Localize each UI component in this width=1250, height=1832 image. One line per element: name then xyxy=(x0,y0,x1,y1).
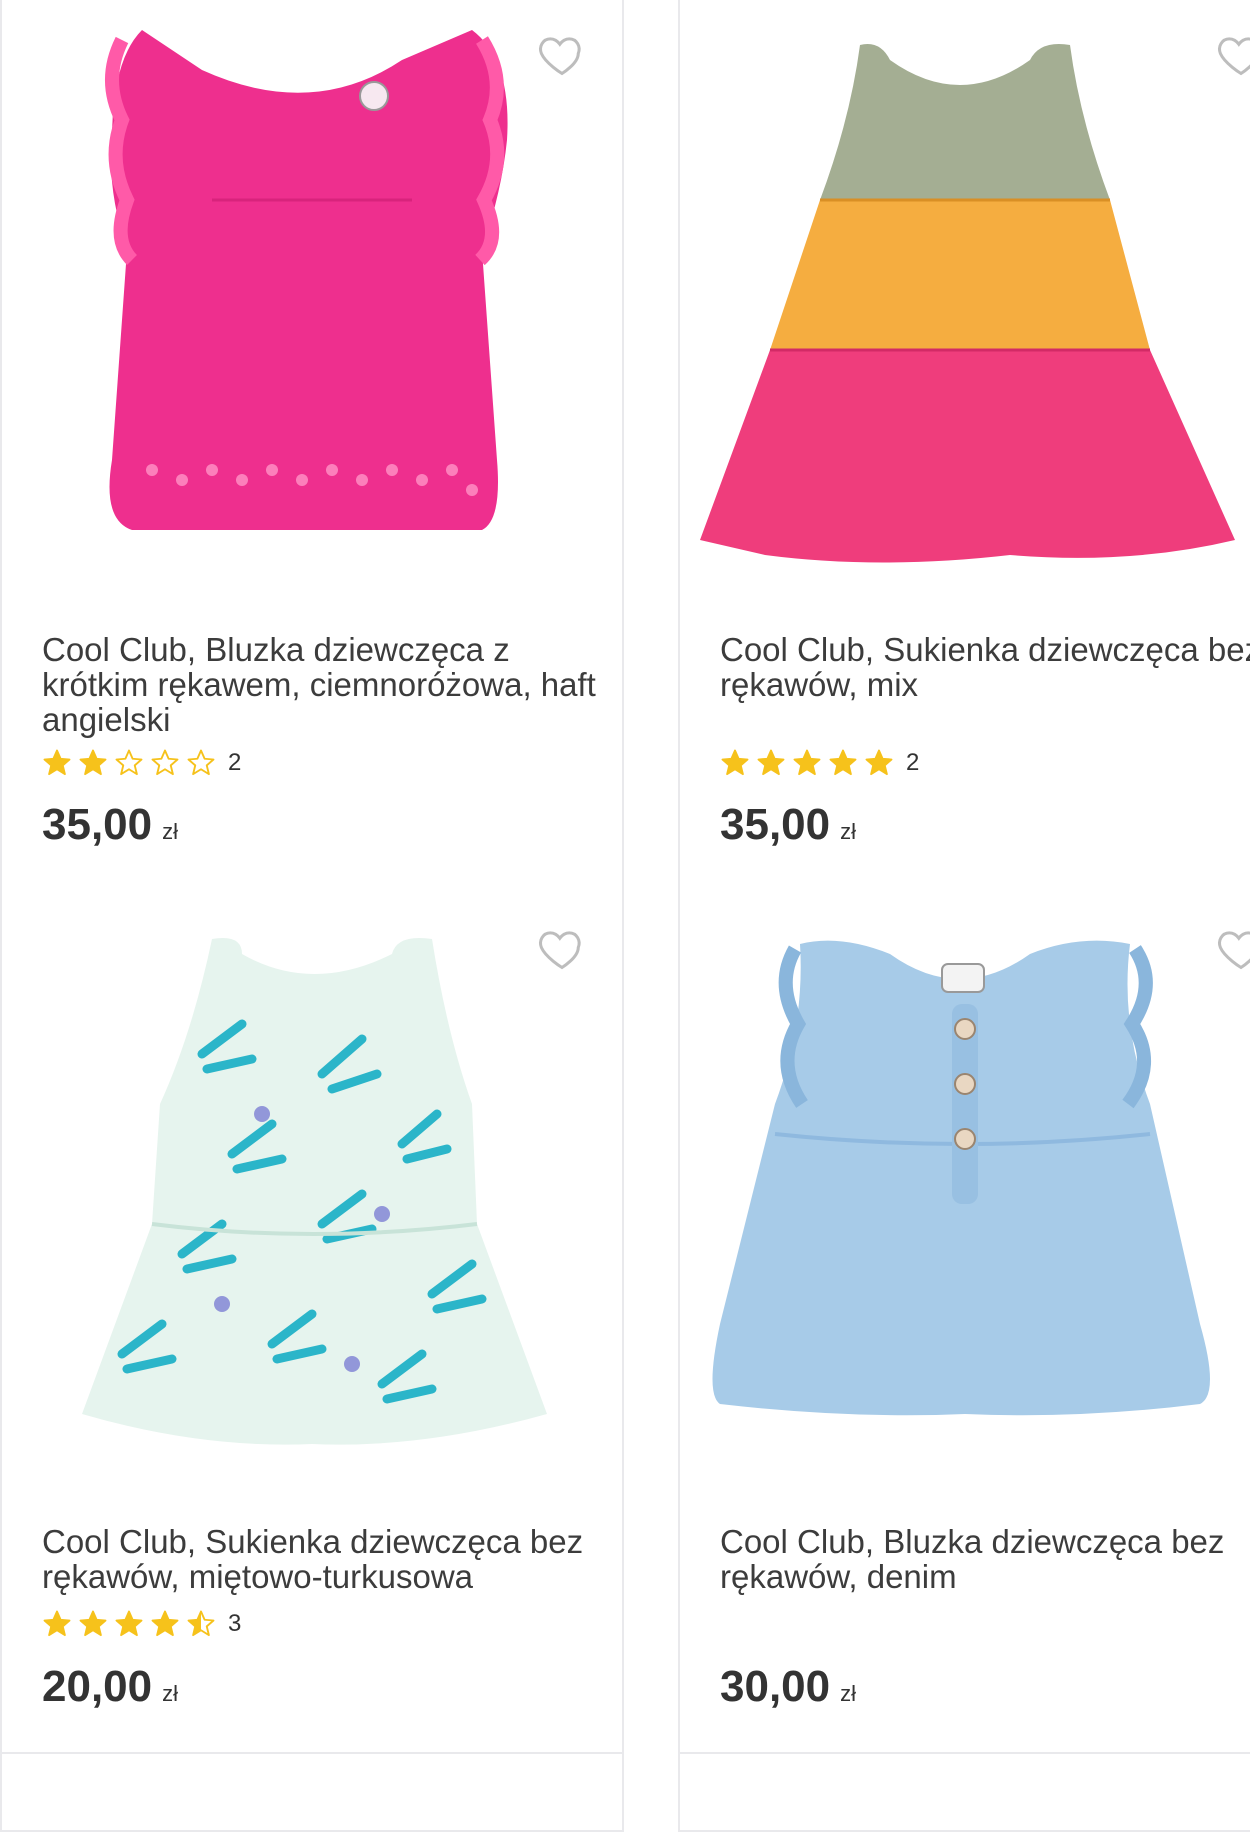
product-title[interactable]: Cool Club, Bluzka dziewczęca bez rękawów… xyxy=(720,1524,1250,1594)
star-icon xyxy=(721,749,749,776)
product-title[interactable]: Cool Club, Sukienka dziewczęca bez rękaw… xyxy=(720,632,1250,702)
price-value: 35,00 xyxy=(42,800,153,849)
product-price: 20,00 zł xyxy=(42,1662,178,1712)
star-icon xyxy=(115,1610,143,1637)
wishlist-heart-icon[interactable] xyxy=(536,28,588,80)
price-currency: zł xyxy=(840,819,856,844)
review-count: 3 xyxy=(228,1610,242,1637)
price-value: 20,00 xyxy=(42,1662,153,1711)
product-price: 30,00 zł xyxy=(720,1662,856,1712)
product-rating: 2 xyxy=(720,745,919,781)
product-title[interactable]: Cool Club, Sukienka dziewczęca bez rękaw… xyxy=(42,1524,602,1594)
product-grid: Cool Club, Bluzka dziewczęca z krótkim r… xyxy=(0,0,1250,1832)
product-price: 35,00 zł xyxy=(42,800,178,850)
star-icon xyxy=(115,749,143,776)
review-count: 2 xyxy=(906,749,920,776)
product-card[interactable] xyxy=(678,1752,1250,1832)
star-icon xyxy=(793,749,821,776)
star-icon xyxy=(43,749,71,776)
product-image[interactable] xyxy=(2,0,622,590)
star-icon xyxy=(187,749,215,776)
price-currency: zł xyxy=(840,1681,856,1706)
wishlist-heart-icon[interactable] xyxy=(1215,922,1250,974)
product-price: 35,00 zł xyxy=(720,800,856,850)
product-card[interactable]: Cool Club, Bluzka dziewczęca bez rękawów… xyxy=(678,894,1250,1754)
star-icon xyxy=(187,1610,215,1637)
product-rating: 3 xyxy=(42,1606,241,1642)
price-currency: zł xyxy=(162,819,178,844)
product-image[interactable] xyxy=(2,894,622,1484)
star-icon xyxy=(757,749,785,776)
review-count: 2 xyxy=(228,749,242,776)
product-card[interactable]: Cool Club, Sukienka dziewczęca bez rękaw… xyxy=(678,0,1250,896)
wishlist-heart-icon[interactable] xyxy=(1215,28,1250,80)
star-icon xyxy=(79,1610,107,1637)
product-card[interactable]: Cool Club, Bluzka dziewczęca z krótkim r… xyxy=(0,0,624,896)
product-card[interactable] xyxy=(0,1752,624,1832)
star-icon xyxy=(829,749,857,776)
product-image[interactable] xyxy=(680,894,1250,1484)
price-value: 30,00 xyxy=(720,1662,831,1711)
product-rating: 2 xyxy=(42,745,241,781)
star-icon xyxy=(43,1610,71,1637)
wishlist-heart-icon[interactable] xyxy=(536,922,588,974)
star-icon xyxy=(865,749,893,776)
star-icon xyxy=(79,749,107,776)
product-title[interactable]: Cool Club, Bluzka dziewczęca z krótkim r… xyxy=(42,632,602,737)
product-image[interactable] xyxy=(680,0,1250,590)
star-icon xyxy=(151,749,179,776)
price-value: 35,00 xyxy=(720,800,831,849)
product-card[interactable]: Cool Club, Sukienka dziewczęca bez rękaw… xyxy=(0,894,624,1754)
price-currency: zł xyxy=(162,1681,178,1706)
star-icon xyxy=(151,1610,179,1637)
